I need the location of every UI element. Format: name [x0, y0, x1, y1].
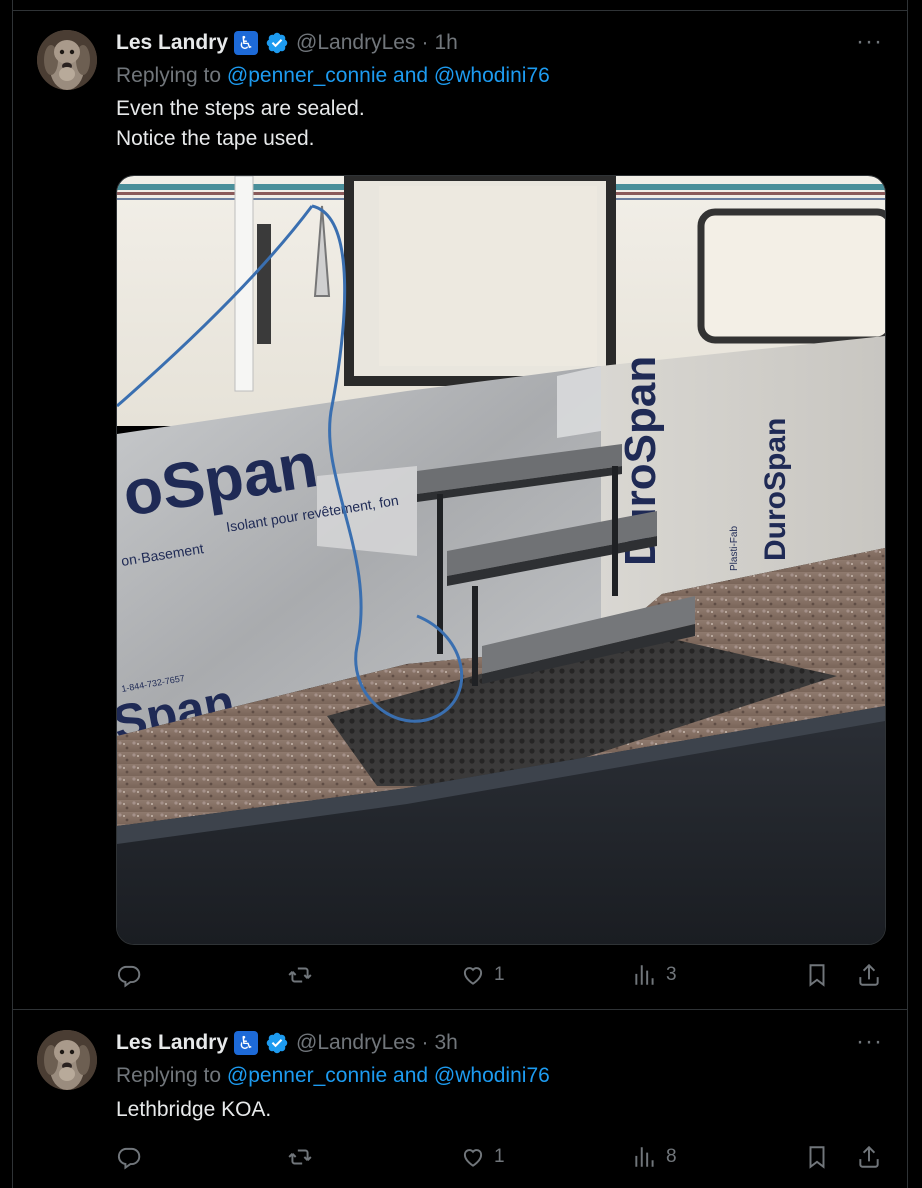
mention-link[interactable]: @whodini76 — [434, 1064, 550, 1087]
views-count: 3 — [666, 964, 677, 985]
photo-image: oSpan Isolant pour revêtement, fon on·Ba… — [117, 176, 885, 944]
tweet-text: Lethbridge KOA. — [116, 1098, 272, 1121]
avatar[interactable] — [37, 30, 97, 90]
share-button[interactable] — [856, 962, 882, 988]
replying-to: Replying to @penner_connie and @whodini7… — [116, 1064, 550, 1088]
views-button[interactable]: 8 — [632, 1144, 677, 1170]
bookmark-button[interactable] — [804, 962, 830, 988]
views-button[interactable]: 3 — [632, 962, 677, 988]
verified-badge-icon — [266, 32, 288, 54]
timestamp[interactable]: 1h — [434, 31, 457, 55]
separator: · — [421, 1031, 429, 1054]
reply-icon — [117, 1147, 141, 1170]
mention-conjunction: and — [387, 64, 434, 87]
views-icon — [635, 1147, 654, 1167]
like-count: 1 — [494, 1146, 505, 1167]
like-button[interactable]: 1 — [460, 962, 505, 988]
tweet-header: Les Landry ♿ @LandryLes · 3h ··· — [116, 1029, 887, 1057]
tweet-actions: 1 3 — [116, 962, 889, 992]
handle[interactable]: @LandryLes — [296, 1031, 415, 1055]
timeline: Les Landry ♿ @LandryLes · 1h ··· Replyin… — [12, 0, 908, 1188]
photo-maker: Plasti-Fab — [729, 526, 740, 571]
repost-button[interactable] — [287, 1144, 321, 1170]
mention-conjunction: and — [387, 1064, 434, 1087]
tweet-header: Les Landry ♿ @LandryLes · 1h ··· — [116, 29, 887, 57]
more-options-icon[interactable]: ··· — [856, 29, 883, 55]
tweet[interactable]: Les Landry ♿ @LandryLes · 1h ··· Replyin… — [13, 11, 907, 1010]
timestamp[interactable]: 3h — [434, 1031, 457, 1055]
tweet-photo[interactable]: oSpan Isolant pour revêtement, fon on·Ba… — [116, 175, 886, 945]
heart-icon — [463, 967, 483, 985]
like-count: 1 — [494, 964, 505, 985]
reply-button[interactable] — [116, 1144, 150, 1170]
photo-brand-right-2: DuroSpan — [759, 418, 792, 561]
tweet-actions: 1 8 — [116, 1144, 889, 1174]
tweet-text: Even the steps are sealed. Notice the ta… — [116, 97, 365, 150]
verified-badge-icon — [266, 1032, 288, 1054]
repost-icon — [288, 1149, 312, 1165]
mention-link[interactable]: @penner_connie — [227, 64, 387, 87]
wheelchair-icon: ♿ — [234, 1031, 259, 1055]
mention-link[interactable]: @whodini76 — [434, 64, 550, 87]
heart-icon — [463, 1149, 483, 1167]
bookmark-icon — [809, 1146, 825, 1169]
more-options-icon[interactable]: ··· — [856, 1029, 883, 1055]
separator: · — [421, 31, 429, 54]
views-count: 8 — [666, 1146, 677, 1167]
like-button[interactable]: 1 — [460, 1144, 505, 1170]
handle[interactable]: @LandryLes — [296, 31, 415, 55]
repost-icon — [288, 967, 312, 983]
display-name[interactable]: Les Landry — [116, 31, 228, 55]
share-icon — [859, 1145, 879, 1168]
views-icon — [635, 965, 654, 985]
wheelchair-icon: ♿ — [234, 31, 259, 55]
replying-prefix: Replying to — [116, 64, 227, 87]
replying-prefix: Replying to — [116, 1064, 227, 1087]
bookmark-button[interactable] — [804, 1144, 830, 1170]
reply-button[interactable] — [116, 962, 150, 988]
repost-button[interactable] — [287, 962, 321, 988]
reply-icon — [117, 965, 141, 988]
bookmark-icon — [809, 964, 825, 987]
tweet[interactable]: Les Landry ♿ @LandryLes · 3h ··· Replyin… — [13, 1010, 907, 1188]
share-button[interactable] — [856, 1144, 882, 1170]
display-name[interactable]: Les Landry — [116, 1031, 228, 1055]
mention-link[interactable]: @penner_connie — [227, 1064, 387, 1087]
replying-to: Replying to @penner_connie and @whodini7… — [116, 64, 550, 88]
avatar[interactable] — [37, 1030, 97, 1090]
share-icon — [859, 963, 879, 986]
